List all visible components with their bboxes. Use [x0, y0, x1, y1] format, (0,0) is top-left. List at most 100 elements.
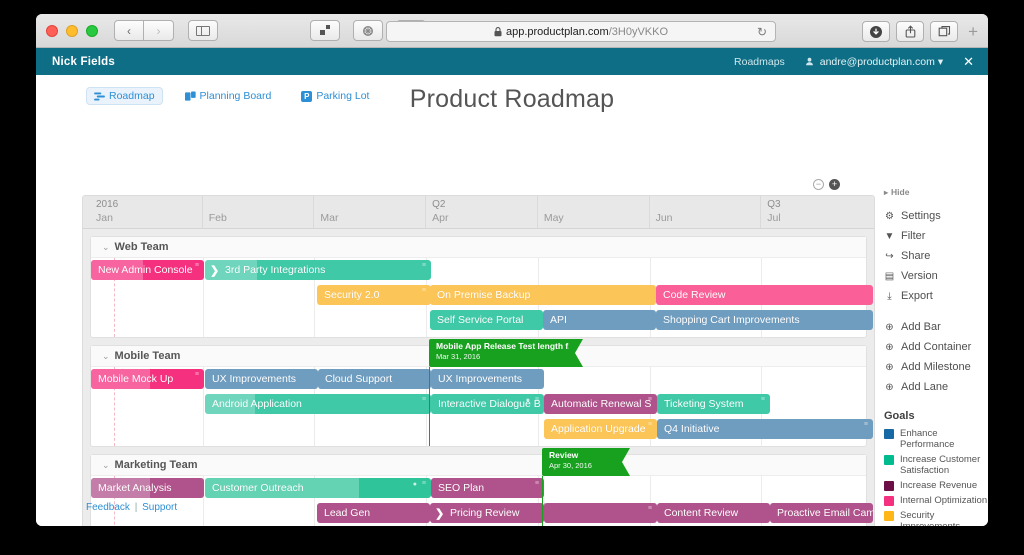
roadmap-bar[interactable]: Interactive Dialogue B ● ≡: [431, 394, 544, 414]
roadmap-bar[interactable]: New Admin Console ≡: [91, 260, 204, 280]
hide-panel-button[interactable]: ▸ Hide: [884, 187, 988, 197]
roadmap-bar[interactable]: On Premise Backup: [430, 285, 656, 305]
roadmap-bar[interactable]: UX Improvements: [205, 369, 318, 389]
bar-link-chevron-icon[interactable]: ❯: [435, 503, 444, 523]
roadmap-bar[interactable]: API: [543, 310, 656, 330]
lane-web-team[interactable]: ⌄ Web Team New Admin Console ≡ ❯ 3rd Party In…: [90, 236, 873, 338]
panel-item-filter[interactable]: ▼ Filter: [884, 230, 988, 242]
roadmap-canvas[interactable]: 2016 Jan Feb Mar Q2 Apr May Jun Q3 Jul ⌄ Web Team N…: [82, 195, 875, 526]
bar-label: Content Review: [664, 507, 739, 519]
roadmap-bar[interactable]: Self Service Portal: [430, 310, 543, 330]
bar-drag-handle[interactable]: ≡: [535, 480, 539, 487]
bar-drag-handle[interactable]: ≡: [535, 396, 539, 403]
bar-label: Code Review: [663, 289, 726, 301]
roadmap-bar[interactable]: Mobile Mock Up ≡: [91, 369, 204, 389]
bar-drag-handle[interactable]: ≡: [422, 287, 426, 294]
panel-item-add-milestone[interactable]: ⊕ Add Milestone: [884, 361, 988, 373]
roadmap-bar[interactable]: Market Analysis: [91, 478, 204, 498]
roadmap-bar[interactable]: Application Upgrade ≡: [544, 419, 657, 439]
bar-drag-handle[interactable]: ≡: [761, 396, 765, 403]
reload-button[interactable]: ↻: [757, 25, 767, 39]
close-window-button[interactable]: [46, 24, 58, 37]
goal-legend-item[interactable]: Increase Revenue: [884, 480, 988, 491]
zoom-in-button[interactable]: +: [829, 179, 840, 190]
account-menu[interactable]: andre@productplan.com ▾: [805, 56, 943, 68]
roadmap-bar[interactable]: Customer Outreach ● ≡: [205, 478, 431, 498]
bar-drag-handle[interactable]: ≡: [195, 371, 199, 378]
roadmap-bar[interactable]: Cloud Support: [318, 369, 431, 389]
lane-mobile-team[interactable]: ⌄ Mobile Team Mobile Mock Up ≡ UX Improvemen…: [90, 339, 873, 447]
roadmap-bar[interactable]: UX Improvements: [431, 369, 544, 389]
goal-legend-item[interactable]: Enhance Performance: [884, 428, 988, 450]
lane-header[interactable]: ⌄ Marketing Team: [91, 455, 866, 476]
show-tabs-button[interactable]: [930, 21, 959, 42]
sidebar-toggle-button[interactable]: [188, 20, 218, 41]
panel-item-settings[interactable]: ⚙ Settings: [884, 210, 988, 222]
resize-tool-button[interactable]: [310, 20, 340, 41]
bar-label: UX Improvements: [212, 373, 297, 385]
roadmap-bar[interactable]: Shopping Cart Improvements: [656, 310, 873, 330]
back-button[interactable]: ‹: [114, 20, 144, 41]
address-bar[interactable]: app.productplan.com/3H0yVKKO ↻: [386, 21, 776, 42]
goal-color-swatch: [884, 455, 894, 465]
milestone-date: Apr 30, 2016: [549, 461, 592, 470]
lock-icon: [494, 26, 502, 36]
panel-item-share[interactable]: ↪ Share: [884, 250, 988, 262]
bar-drag-handle[interactable]: ≡: [864, 421, 868, 428]
roadmap-bar[interactable]: Security 2.0 ≡: [317, 285, 431, 305]
roadmap-bar[interactable]: SEO Plan ≡: [431, 478, 544, 498]
downloads-button[interactable]: [862, 21, 891, 42]
roadmap-bar[interactable]: Proactive Email Campaign: [770, 503, 873, 523]
lane-header[interactable]: ⌄ Web Team: [91, 237, 866, 258]
roadmap-bar[interactable]: ≡: [544, 503, 657, 523]
feedback-link[interactable]: Feedback: [86, 502, 130, 513]
roadmap-bar[interactable]: Q4 Initiative ≡: [657, 419, 873, 439]
lane-body[interactable]: New Admin Console ≡ ❯ 3rd Party Integration…: [91, 258, 873, 337]
panel-item-label: Settings: [901, 210, 941, 222]
milestone-flag[interactable]: Mobile App Release Test length f... Mar 3…: [429, 339, 583, 367]
panel-item-add-lane[interactable]: ⊕ Add Lane: [884, 381, 988, 393]
roadmap-bar[interactable]: ❯ 3rd Party Integrations ≡: [205, 260, 431, 280]
panel-item-add-container[interactable]: ⊕ Add Container: [884, 341, 988, 353]
browser-window: ‹ › app.productplan.com/3H0yVKKO ↻: [36, 14, 988, 526]
roadmap-bar[interactable]: Ticketing System ≡: [657, 394, 770, 414]
roadmap-bar[interactable]: Android Application ≡: [205, 394, 431, 414]
bar-label: Self Service Portal: [437, 314, 524, 326]
bar-drag-handle[interactable]: ≡: [648, 505, 652, 512]
bar-link-chevron-icon[interactable]: ❯: [210, 260, 219, 280]
roadmap-bar[interactable]: Code Review: [656, 285, 873, 305]
panel-item-version[interactable]: ▤ Version: [884, 270, 988, 282]
bar-drag-handle[interactable]: ≡: [422, 480, 426, 487]
inspector-tool-button[interactable]: [353, 20, 383, 41]
zoom-out-button[interactable]: −: [813, 179, 824, 190]
roadmap-bar[interactable]: Automatic Renewal S ≡: [544, 394, 657, 414]
close-icon[interactable]: ✕: [963, 54, 974, 70]
maximize-window-button[interactable]: [86, 24, 98, 37]
roadmap-bar[interactable]: Lead Gen: [317, 503, 430, 523]
support-link[interactable]: Support: [142, 502, 177, 513]
bar-drag-handle[interactable]: ≡: [422, 396, 426, 403]
comment-icon[interactable]: ●: [413, 481, 417, 488]
milestone-flag[interactable]: Review Apr 30, 2016: [542, 448, 630, 476]
share-button[interactable]: [896, 21, 925, 42]
chevron-down-icon[interactable]: ⌄: [102, 242, 110, 253]
comment-icon[interactable]: ●: [526, 397, 530, 404]
panel-item-export[interactable]: ⤓ Export: [884, 290, 988, 302]
bar-drag-handle[interactable]: ≡: [648, 396, 652, 403]
bar-drag-handle[interactable]: ≡: [195, 262, 199, 269]
roadmap-bar[interactable]: Content Review: [657, 503, 770, 523]
roadmaps-nav-link[interactable]: Roadmaps: [734, 56, 785, 68]
forward-button[interactable]: ›: [144, 20, 174, 41]
new-tab-button[interactable]: +: [964, 22, 978, 42]
bug-icon: [362, 25, 374, 36]
panel-item-add-bar[interactable]: ⊕ Add Bar: [884, 321, 988, 333]
roadmap-bar[interactable]: ❯ Pricing Review: [430, 503, 544, 523]
bar-drag-handle[interactable]: ≡: [648, 421, 652, 428]
bar-drag-handle[interactable]: ≡: [422, 262, 426, 269]
lane-body[interactable]: Mobile Mock Up ≡ UX Improvements Cloud Supp…: [91, 367, 873, 446]
chevron-down-icon[interactable]: ⌄: [102, 351, 110, 362]
chevron-down-icon[interactable]: ⌄: [102, 460, 110, 471]
minimize-window-button[interactable]: [66, 24, 78, 37]
goal-color-swatch: [884, 429, 894, 439]
goal-legend-item[interactable]: Increase Customer Satisfaction: [884, 454, 988, 476]
